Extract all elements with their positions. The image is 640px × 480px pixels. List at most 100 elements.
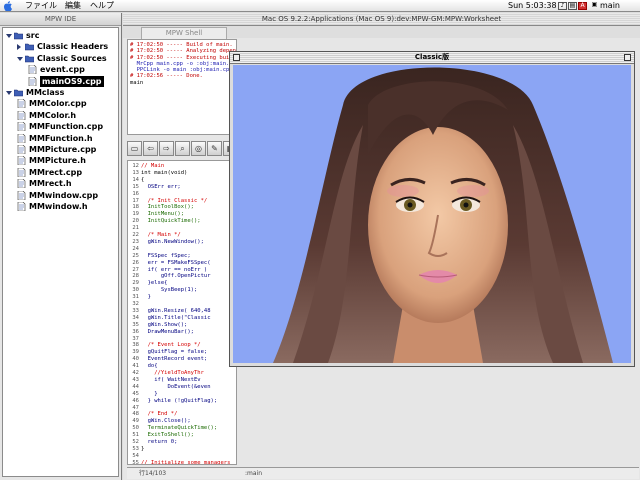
project-panel-title[interactable]: MPW IDE [0,13,121,26]
tree-item-label: MMPicture.h [29,156,86,166]
source-file-icon [17,156,26,166]
project-tree[interactable]: src Classic Headers Classic Sources event.c… [2,27,119,477]
menubar-app-name[interactable]: main [600,0,620,12]
tools-icon[interactable]: ✎ [207,141,222,156]
code-line: return 0; [141,439,178,445]
line-number: 44 [132,383,139,390]
cursor-position: 行14/103 [139,470,167,477]
line-number: 40 [132,356,139,363]
apple-menu-icon[interactable] [3,1,12,11]
code-line: EventRecord event; [141,356,208,363]
folder-icon [25,44,34,51]
app-switcher-icon[interactable]: ▣ [590,2,599,10]
folder-icon [14,32,23,40]
tree-item-label: MMwindow.h [29,202,88,211]
classic-app-window: Classic版 [229,51,635,367]
line-number: 25 [132,252,139,259]
source-file-icon [17,122,26,132]
code-line: gWin.NewWindow(); [141,238,204,245]
code-line: int main(void) [141,169,188,176]
source-file-icon [17,133,26,143]
code-line: // Main [141,163,165,169]
line-number: 38 [132,342,139,349]
back-icon[interactable]: ⇦ [143,141,158,156]
code-line: /* Main */ [141,232,181,238]
shell-output[interactable]: # 17:02:50 ----- Build of main. # 17:02:5… [127,39,237,135]
code-line: TerminateQuickTime(); [141,425,218,432]
forward-icon[interactable]: ⇨ [159,141,174,156]
code-line: if( err == noErr ) [141,266,208,273]
code-line: do{ [141,363,158,370]
sound-icon[interactable]: ♪ [558,2,567,10]
source-file-icon [17,167,26,177]
line-number: 16 [132,190,139,197]
menu-file[interactable]: ファイル [22,0,60,12]
line-number: 15 [132,183,139,190]
code-line: } [141,390,158,397]
tree-item-label: mainOS9.cpp [40,75,104,87]
disclosure-collapsed-icon[interactable] [17,44,21,51]
line-number: 26 [132,259,139,266]
code-line: ExitToShell(); [141,432,194,439]
line-number: 36 [132,328,139,335]
line-number: 13 [132,169,139,176]
code-line: /* Init Classic */ [141,197,208,204]
zoom-box-icon[interactable] [624,54,631,61]
code-line: gOff.OpenPictur [141,273,211,280]
disclosure-expanded-icon[interactable] [17,56,23,61]
build-target[interactable]: :main [245,468,262,479]
line-number: 20 [132,218,139,225]
folder-icon [25,55,34,63]
line-number: 31 [132,294,139,301]
code-line: FSSpec fSpec; [141,252,191,259]
line-number: 19 [132,211,139,218]
code-line: err = FSMakeFSSpec( [141,259,211,266]
acrobat-icon[interactable]: A [578,2,587,10]
line-number: 33 [132,307,139,314]
close-box-icon[interactable] [233,54,240,61]
source-file-icon [17,202,26,211]
code-line: InitMenu(); [141,211,185,218]
save-icon[interactable]: ▭ [127,141,142,156]
code-line: gWin.Close(); [141,418,191,425]
code-line: }else{ [141,280,168,287]
source-file-icon [17,110,26,120]
code-line: } [141,294,151,301]
line-number: 43 [132,376,139,383]
classic-window-title[interactable]: Classic版 [230,52,634,64]
menu-edit[interactable]: 編集 [62,0,84,12]
line-number: 22 [132,232,139,238]
disclosure-expanded-icon[interactable] [6,34,12,38]
tab-mpw-shell[interactable]: MPW Shell [141,27,227,39]
line-number: 46 [132,397,139,404]
line-number: 48 [132,411,139,418]
tree-item-label: MMColor.cpp [29,99,87,109]
reveal-icon[interactable]: ◎ [191,141,206,156]
line-number: 45 [132,390,139,397]
tree-item-label: MMwindow.cpp [29,190,99,200]
tree-item-label: Classic Headers [37,42,109,52]
search-icon[interactable]: ⌕ [175,141,190,156]
tree-item-label: MMclass [26,88,65,97]
line-number: 28 [132,273,139,280]
menubar-clock[interactable]: Sun 5:03:38 [508,0,557,12]
code-line: OSErr err; [141,183,181,190]
document-icon[interactable]: ▤ [568,2,577,10]
code-line: gWin.Resize( 640,48 [141,307,211,314]
line-number: 41 [132,363,139,370]
rendered-picture [233,65,631,363]
code-line: if( WaitNextEv [141,376,201,383]
code-line: DrawMenuBar(); [141,328,194,335]
line-number: 52 [132,439,139,445]
line-number: 34 [132,314,139,321]
line-number: 18 [132,204,139,211]
menu-help[interactable]: ヘルプ [87,0,117,12]
line-number: 30 [132,287,139,294]
code-line: { [141,176,145,183]
code-line: DoEvent(&even [141,383,211,390]
disclosure-expanded-icon[interactable] [6,91,12,95]
line-number: 54 [132,452,139,459]
code-editor[interactable]: 12// Main 13 int main(void) 14{15 OSErr err… [127,160,237,465]
folder-icon [14,89,23,97]
worksheet-title[interactable]: Mac OS 9.2.2:Applications (Mac OS 9):dev… [123,13,640,26]
